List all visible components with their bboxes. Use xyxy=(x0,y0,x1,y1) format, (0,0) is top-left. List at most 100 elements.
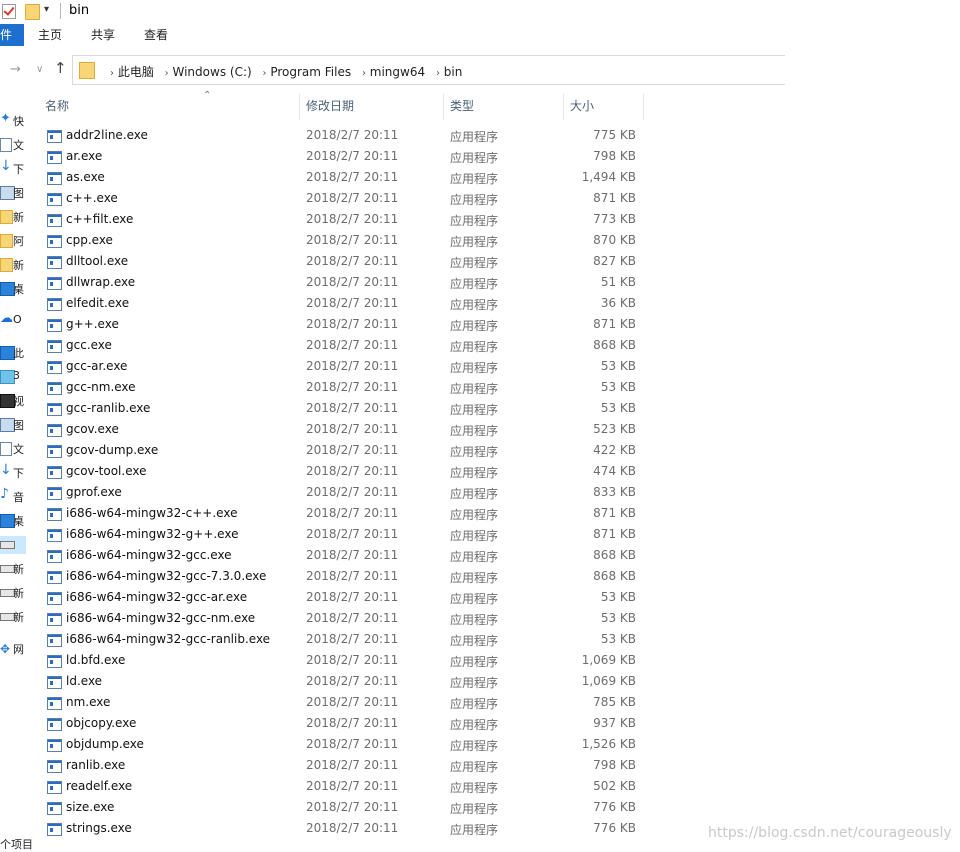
nav-item-documents-pc[interactable]: 文 xyxy=(0,440,26,458)
file-date-modified: 2018/2/7 20:11 xyxy=(306,821,399,835)
up-arrow-icon[interactable]: ↑ xyxy=(54,59,67,77)
file-row[interactable]: gcov-tool.exe 2018/2/7 20:11 应用程序 474 KB xyxy=(40,461,784,482)
nav-item-label: 图 xyxy=(13,419,24,432)
chevron-right-icon[interactable]: › xyxy=(110,68,114,79)
tab-view[interactable]: 查看 xyxy=(144,24,168,46)
file-row[interactable]: c++filt.exe 2018/2/7 20:11 应用程序 773 KB xyxy=(40,209,784,230)
column-divider[interactable] xyxy=(643,94,644,120)
file-type: 应用程序 xyxy=(450,340,499,354)
column-header-type[interactable]: 类型 xyxy=(450,94,474,118)
nav-item-3d-objects[interactable]: 3 xyxy=(0,368,26,386)
file-row[interactable]: i686-w64-mingw32-g++.exe 2018/2/7 20:11 应用… xyxy=(40,524,784,545)
column-divider[interactable] xyxy=(563,94,564,120)
chevron-right-icon[interactable]: › xyxy=(263,68,267,79)
tab-home[interactable]: 主页 xyxy=(38,24,62,46)
nav-item-drive-3[interactable]: 新 xyxy=(0,584,26,602)
file-row[interactable]: nm.exe 2018/2/7 20:11 应用程序 785 KB xyxy=(40,692,784,713)
nav-item-pictures-pc[interactable]: 图 xyxy=(0,416,26,434)
forward-arrow-icon[interactable]: → xyxy=(10,62,21,77)
tab-share[interactable]: 共享 xyxy=(91,24,115,46)
file-row[interactable]: gcov-dump.exe 2018/2/7 20:11 应用程序 422 KB xyxy=(40,440,784,461)
nav-item-downloads-pc[interactable]: ↓ 下 xyxy=(0,462,26,482)
file-name: size.exe xyxy=(66,800,115,814)
file-row[interactable]: i686-w64-mingw32-gcc.exe 2018/2/7 20:11 应用… xyxy=(40,545,784,566)
file-row[interactable]: strings.exe 2018/2/7 20:11 应用程序 776 KB xyxy=(40,818,784,839)
file-row[interactable]: as.exe 2018/2/7 20:11 应用程序 1,494 KB xyxy=(40,167,784,188)
file-row[interactable]: i686-w64-mingw32-c++.exe 2018/2/7 20:11 应用… xyxy=(40,503,784,524)
file-row[interactable]: ranlib.exe 2018/2/7 20:11 应用程序 798 KB xyxy=(40,755,784,776)
file-row[interactable]: dlltool.exe 2018/2/7 20:11 应用程序 827 KB xyxy=(40,251,784,272)
file-row[interactable]: readelf.exe 2018/2/7 20:11 应用程序 502 KB xyxy=(40,776,784,797)
file-row[interactable]: dllwrap.exe 2018/2/7 20:11 应用程序 51 KB xyxy=(40,272,784,293)
file-row[interactable]: i686-w64-mingw32-gcc-ar.exe 2018/2/7 20:1… xyxy=(40,587,784,608)
file-row[interactable]: gprof.exe 2018/2/7 20:11 应用程序 833 KB xyxy=(40,482,784,503)
nav-item-network[interactable]: ✥ 网 xyxy=(0,640,26,658)
application-exe-icon xyxy=(47,445,62,458)
column-divider[interactable] xyxy=(443,94,444,120)
file-name: i686-w64-mingw32-c++.exe xyxy=(66,506,238,520)
file-row[interactable]: g++.exe 2018/2/7 20:11 应用程序 871 KB xyxy=(40,314,784,335)
file-row[interactable]: gcc-ar.exe 2018/2/7 20:11 应用程序 53 KB xyxy=(40,356,784,377)
column-divider[interactable] xyxy=(299,94,300,120)
address-bar[interactable]: › 此电脑 › Windows (C:) › Program Files › m… xyxy=(72,55,785,85)
file-row[interactable]: i686-w64-mingw32-gcc-ranlib.exe 2018/2/7 … xyxy=(40,629,784,650)
chevron-right-icon[interactable]: › xyxy=(165,68,169,79)
nav-item-drive-c[interactable] xyxy=(0,536,26,554)
file-row[interactable]: objcopy.exe 2018/2/7 20:11 应用程序 937 KB xyxy=(40,713,784,734)
file-name: addr2line.exe xyxy=(66,128,148,142)
nav-item-downloads[interactable]: ↓ 下 xyxy=(0,158,26,178)
file-row[interactable]: gcov.exe 2018/2/7 20:11 应用程序 523 KB xyxy=(40,419,784,440)
file-row[interactable]: elfedit.exe 2018/2/7 20:11 应用程序 36 KB xyxy=(40,293,784,314)
file-type: 应用程序 xyxy=(450,319,499,333)
nav-item-music[interactable]: ♪ 音 xyxy=(0,486,26,506)
breadcrumb-windows-c[interactable]: Windows (C:) xyxy=(173,65,252,79)
breadcrumb-bin[interactable]: bin xyxy=(444,65,463,79)
application-exe-icon xyxy=(47,823,62,836)
file-row[interactable]: gcc-ranlib.exe 2018/2/7 20:11 应用程序 53 KB xyxy=(40,398,784,419)
recent-locations-chevron-icon[interactable]: ∨ xyxy=(36,64,43,75)
nav-item-pictures[interactable]: 图 xyxy=(0,184,26,202)
nav-item-drive-2[interactable]: 新 xyxy=(0,560,26,578)
breadcrumb-mingw64[interactable]: mingw64 xyxy=(370,65,425,79)
file-row[interactable]: size.exe 2018/2/7 20:11 应用程序 776 KB xyxy=(40,797,784,818)
nav-item-folder-1[interactable]: 新 xyxy=(0,208,26,226)
file-size: 502 KB xyxy=(593,779,636,793)
breadcrumb-this-pc[interactable]: 此电脑 xyxy=(118,65,154,79)
nav-item-onedrive[interactable]: ☁ O xyxy=(0,311,26,330)
file-row[interactable]: gcc-nm.exe 2018/2/7 20:11 应用程序 53 KB xyxy=(40,377,784,398)
chevron-right-icon[interactable]: › xyxy=(436,68,440,79)
chevron-right-icon[interactable]: › xyxy=(362,68,366,79)
file-date-modified: 2018/2/7 20:11 xyxy=(306,443,399,457)
file-row[interactable]: c++.exe 2018/2/7 20:11 应用程序 871 KB xyxy=(40,188,784,209)
folder-icon[interactable] xyxy=(25,4,40,20)
column-header-name[interactable]: 名称 xyxy=(45,94,69,118)
file-size: 871 KB xyxy=(593,527,636,541)
file-row[interactable]: i686-w64-mingw32-gcc-nm.exe 2018/2/7 20:1… xyxy=(40,608,784,629)
nav-item-desktop-pc[interactable]: 桌 xyxy=(0,512,26,530)
file-row[interactable]: gcc.exe 2018/2/7 20:11 应用程序 868 KB xyxy=(40,335,784,356)
nav-item-folder-2[interactable]: 阿 xyxy=(0,232,26,250)
nav-item-drive-4[interactable]: 新 xyxy=(0,608,26,626)
nav-item-documents[interactable]: 文 xyxy=(0,136,26,154)
properties-checkbox-icon[interactable] xyxy=(2,4,16,19)
quick-access-dropdown-icon[interactable]: ▾ xyxy=(44,4,49,15)
file-size: 53 KB xyxy=(600,611,636,625)
nav-item-videos[interactable]: 视 xyxy=(0,392,26,410)
nav-item-quick-access[interactable]: ✦ 快 xyxy=(0,111,26,130)
file-row[interactable]: ar.exe 2018/2/7 20:11 应用程序 798 KB xyxy=(40,146,784,167)
tab-file[interactable]: 件 xyxy=(0,24,24,46)
nav-item-folder-3[interactable]: 新 xyxy=(0,256,26,274)
file-row[interactable]: ld.exe 2018/2/7 20:11 应用程序 1,069 KB xyxy=(40,671,784,692)
file-row[interactable]: ld.bfd.exe 2018/2/7 20:11 应用程序 1,069 KB xyxy=(40,650,784,671)
file-name: c++filt.exe xyxy=(66,212,134,226)
file-row[interactable]: addr2line.exe 2018/2/7 20:11 应用程序 775 KB xyxy=(40,125,784,146)
nav-item-this-pc[interactable]: 此 xyxy=(0,344,26,362)
nav-item-desktop[interactable]: 桌 xyxy=(0,280,26,298)
file-row[interactable]: objdump.exe 2018/2/7 20:11 应用程序 1,526 KB xyxy=(40,734,784,755)
file-row[interactable]: cpp.exe 2018/2/7 20:11 应用程序 870 KB xyxy=(40,230,784,251)
column-header-date[interactable]: 修改日期 xyxy=(306,94,354,118)
file-type: 应用程序 xyxy=(450,739,499,753)
column-header-size[interactable]: 大小 xyxy=(570,94,594,118)
file-row[interactable]: i686-w64-mingw32-gcc-7.3.0.exe 2018/2/7 2… xyxy=(40,566,784,587)
breadcrumb-program-files[interactable]: Program Files xyxy=(270,65,351,79)
